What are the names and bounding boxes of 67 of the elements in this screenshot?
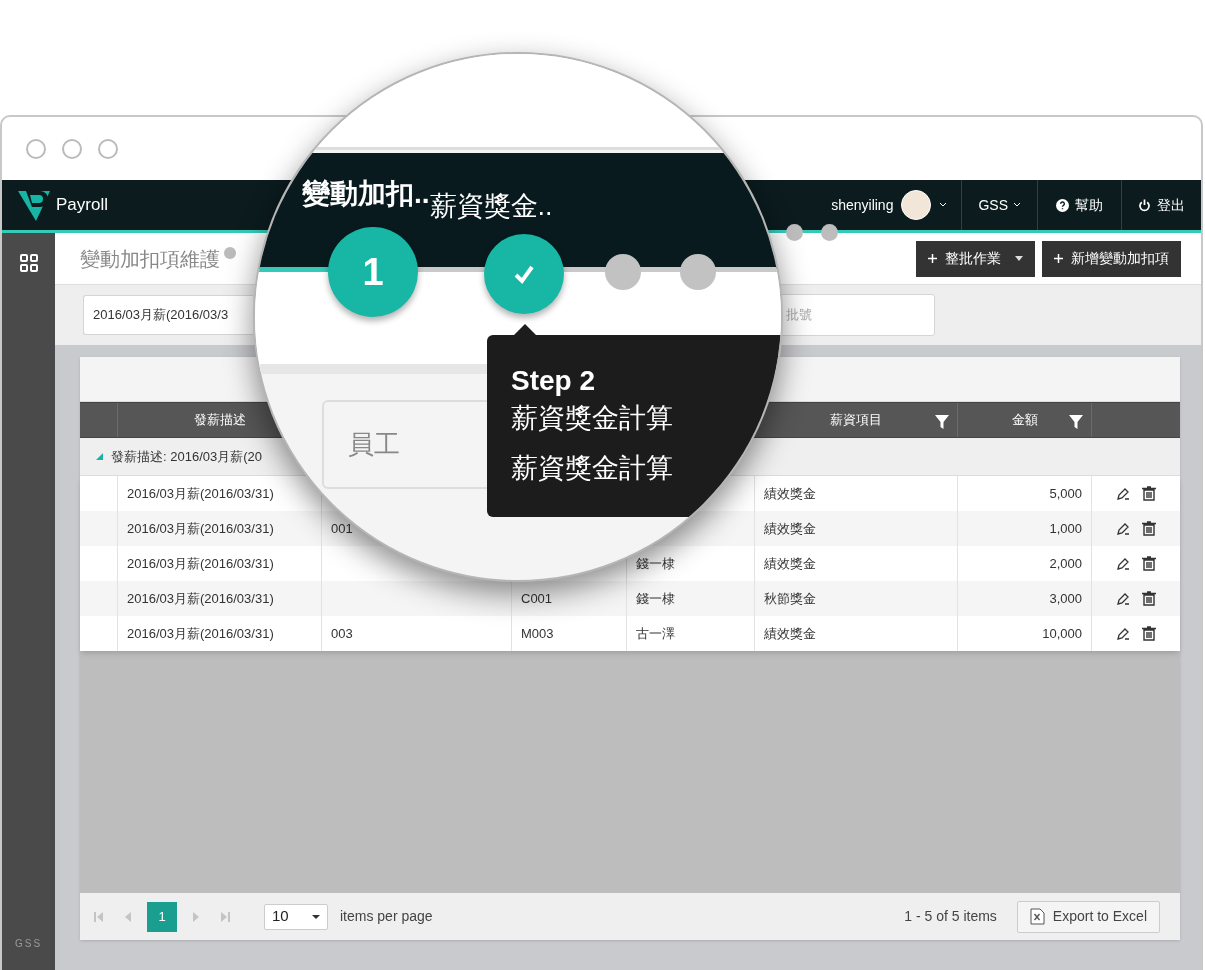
breadcrumb[interactable]: 變動加扣..: [302, 176, 430, 212]
table-cell-text: M003: [521, 624, 554, 643]
excel-icon: [1029, 908, 1045, 925]
delete-icon[interactable]: [1142, 626, 1156, 641]
apps-grid-icon[interactable]: [18, 253, 39, 273]
app-name: Payroll: [56, 194, 108, 217]
column-header[interactable]: 發薪描述: [193, 410, 246, 430]
action-button[interactable]: 新增變動加扣項: [1042, 240, 1181, 277]
delete-icon[interactable]: [1142, 591, 1156, 606]
table-cell-text: 錢一棣: [636, 589, 675, 608]
edit-icon[interactable]: [1116, 521, 1130, 536]
table-cell-text: 2016/03月薪(2016/03/31): [127, 519, 274, 538]
export-button[interactable]: Export to Excel: [1016, 900, 1160, 933]
edit-icon[interactable]: [1116, 556, 1130, 571]
table-cell-text: 2,000: [1049, 554, 1082, 573]
caret-icon: [1013, 201, 1021, 209]
pager-summary: 1 - 5 of 5 items: [904, 907, 997, 926]
logout-button[interactable]: 登出: [1121, 180, 1201, 230]
table-cell-text: 績效獎金: [764, 554, 816, 573]
table-cell-text: C001: [521, 589, 553, 608]
avatar-icon: [901, 190, 932, 220]
page-size-label: items per page: [340, 907, 433, 926]
table-cell-text: 2016/03月薪(2016/03/31): [127, 589, 274, 608]
page-title: 變動加扣項維護: [80, 246, 220, 272]
power-icon: [1138, 198, 1151, 212]
table-cell-text: 錢一棣: [636, 554, 675, 573]
action-button[interactable]: 整批作業: [916, 240, 1035, 277]
table-cell-text: 2016/03月薪(2016/03/31): [127, 554, 274, 573]
table-cell-text: 003: [331, 624, 353, 643]
filter-icon[interactable]: [1069, 415, 1083, 429]
table-cell-text: 績效獎金: [764, 484, 816, 503]
user-menu[interactable]: shenyiling: [817, 180, 962, 230]
delete-icon[interactable]: [1142, 521, 1156, 536]
edit-icon[interactable]: [1116, 591, 1130, 606]
table-cell-text: 績效獎金: [764, 624, 816, 643]
table-cell-text: 2016/03月薪(2016/03/31): [127, 484, 274, 503]
column-header[interactable]: 金額: [1011, 410, 1038, 430]
group-label: 發薪描述: 2016/03月薪(20: [111, 447, 262, 466]
tooltip-text: 薪資獎金計算: [511, 452, 674, 485]
table-cell-text: 秋節獎金: [764, 589, 816, 608]
table-cell-text: 10,000: [1042, 624, 1082, 643]
table-cell-text: 3,000: [1049, 589, 1082, 608]
table-cell-text: 1,000: [1049, 519, 1082, 538]
table-cell-text: 2016/03月薪(2016/03/31): [127, 624, 274, 643]
table-cell-text: 績效獎金: [764, 519, 816, 538]
edit-icon[interactable]: [1116, 486, 1130, 501]
help-button[interactable]: 幫助: [1037, 180, 1121, 230]
caret-icon: [1015, 256, 1023, 261]
delete-icon[interactable]: [1142, 486, 1156, 501]
column-header[interactable]: 薪資項目: [830, 410, 882, 430]
delete-icon[interactable]: [1142, 556, 1156, 571]
sidebar-logo-text: GSS: [14, 937, 43, 951]
tooltip-title: Step 2: [511, 364, 597, 398]
caret-icon: [311, 913, 321, 920]
breadcrumb[interactable]: 薪資獎金..: [429, 188, 553, 224]
table-cell-text: 古一澤: [636, 624, 675, 643]
edit-icon[interactable]: [1116, 626, 1130, 641]
table-cell-text: 5,000: [1049, 484, 1082, 503]
company-menu[interactable]: GSS: [961, 180, 1037, 230]
table-cell-text: 001: [331, 519, 353, 538]
caret-icon: [939, 201, 948, 209]
filter-icon[interactable]: [935, 415, 949, 429]
tooltip-text: 薪資獎金計算: [511, 402, 674, 435]
page-size-select[interactable]: 10: [264, 903, 328, 930]
period-select[interactable]: 2016/03月薪(2016/03/3: [83, 295, 253, 335]
plus-icon: [928, 254, 937, 263]
plus-icon: [1054, 254, 1063, 263]
